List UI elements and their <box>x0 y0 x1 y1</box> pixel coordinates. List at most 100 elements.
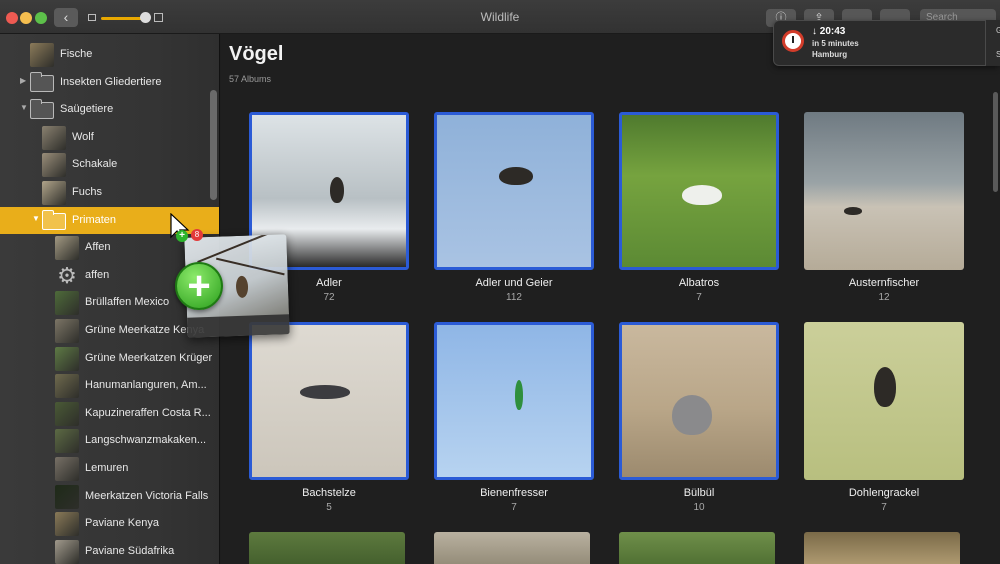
sidebar-item-label: affen <box>85 268 110 281</box>
sidebar-item-label: Grüne Meerkatzen Krüger <box>85 351 213 364</box>
sidebar-item[interactable]: Schakale <box>0 151 219 178</box>
sidebar-item-label: Lemuren <box>85 462 129 474</box>
page-title: Vögel <box>229 43 284 65</box>
sidebar-item-label: Primaten <box>72 213 117 226</box>
sidebar-item[interactable]: Grüne Meerkatzen Krüger <box>0 345 219 372</box>
fullscreen-window-button[interactable] <box>35 12 47 24</box>
disclosure-expanded-icon[interactable]: ▼ <box>32 214 42 223</box>
sidebar-item[interactable]: Langschwanzmakaken... <box>0 427 219 454</box>
sidebar-item-label: Langschwanzmakaken... <box>85 434 207 447</box>
album-thumbnail[interactable] <box>804 112 964 270</box>
album-tile-partial[interactable] <box>804 532 960 564</box>
album-thumbnail <box>55 401 79 426</box>
album-name: Dohlengrackel <box>848 487 920 499</box>
bird-figure <box>682 185 722 205</box>
album-count-label: 7 <box>881 502 887 513</box>
sidebar-item[interactable]: ▶ Insekten Gliedertiere <box>0 69 219 96</box>
album-thumbnail <box>42 153 66 178</box>
album-name: Albatros <box>678 277 720 289</box>
notification-subtitle: in 5 minutes <box>812 39 859 48</box>
bird-figure <box>330 177 344 203</box>
album-thumbnail <box>55 374 79 399</box>
album-thumbnail <box>55 319 79 343</box>
album-thumbnail <box>42 181 66 205</box>
sidebar-item-label: Meerkatzen Victoria Falls <box>85 489 209 502</box>
add-plus-icon: + <box>175 262 223 310</box>
main-scrollbar[interactable] <box>993 92 998 192</box>
sidebar-item-label: Insekten Gliedertiere <box>60 75 162 88</box>
reminder-notification[interactable]: ↓ 20:43 in 5 minutes Hamburg <box>773 20 1000 66</box>
album-thumbnail[interactable] <box>434 322 594 480</box>
album-thumbnail <box>42 125 66 150</box>
alarm-clock-icon <box>782 30 804 52</box>
album-tile-partial[interactable] <box>249 532 405 564</box>
album-name: Adler und Geier <box>475 277 553 289</box>
folder-icon <box>30 99 54 120</box>
sidebar-item-label: Fuchs <box>72 186 102 198</box>
folder-icon <box>42 209 66 230</box>
disclosure-expanded-icon[interactable]: ▼ <box>20 103 30 112</box>
album-count-label: 10 <box>693 502 705 513</box>
zoom-large-icon <box>154 13 163 22</box>
sidebar-item[interactable]: Kapuzineraffen Costa R... <box>0 400 219 427</box>
notification-location: Hamburg <box>812 50 848 59</box>
sidebar-item-label: Fische <box>60 48 93 60</box>
album-name: Bülbül <box>683 487 715 499</box>
copy-plus-icon: + <box>176 230 188 242</box>
album-count-label: 7 <box>511 502 517 513</box>
album-thumbnail[interactable] <box>619 322 779 480</box>
sidebar-item[interactable]: Fische <box>0 41 219 68</box>
album-count: 57 Albums <box>229 74 272 84</box>
sidebar-item[interactable]: Lemuren <box>0 455 219 482</box>
bird-figure <box>499 167 533 185</box>
sidebar-item[interactable]: Fuchs <box>0 179 219 206</box>
album-count-label: 7 <box>696 292 702 303</box>
bird-figure <box>300 385 350 399</box>
album-thumbnail[interactable] <box>249 322 409 480</box>
notification-side-panel[interactable]: G S <box>985 20 1000 66</box>
back-button[interactable]: ‹ <box>54 8 78 27</box>
sidebar-item-label: Paviane Kenya <box>85 517 159 530</box>
album-tile-partial[interactable] <box>619 532 775 564</box>
sidebar-item[interactable]: Meerkatzen Victoria Falls <box>0 483 219 510</box>
album-thumbnail <box>55 429 79 454</box>
album-thumbnail <box>55 236 79 261</box>
album-thumbnail <box>55 291 79 316</box>
sidebar-item-label: Affen <box>85 241 111 254</box>
album-tile-partial[interactable] <box>434 532 590 564</box>
album-count-label: 5 <box>326 502 332 513</box>
sidebar-item-label: Wolf <box>72 130 94 143</box>
sidebar-item-label: Saügetiere <box>60 103 114 116</box>
sidebar-item-label: Hanumanlanguren, Am... <box>85 379 207 392</box>
album-photo <box>252 325 406 477</box>
sidebar-item-label: Brüllaffen Mexico <box>85 296 170 309</box>
bird-figure <box>515 380 523 410</box>
drag-count-badge: 8 <box>191 229 203 241</box>
album-name: Bachstelze <box>302 487 356 499</box>
album-count-label: 12 <box>878 292 890 303</box>
album-name: Bienenfresser <box>480 487 548 499</box>
album-thumbnail[interactable] <box>619 112 779 270</box>
zoom-small-icon <box>88 14 96 21</box>
sidebar-item[interactable]: Paviane Kenya <box>0 510 219 537</box>
album-photo <box>437 115 591 267</box>
sidebar-item-label: Grüne Meerkatze Kenya <box>85 324 205 336</box>
sidebar-item[interactable]: ▼ Saügetiere <box>0 96 219 123</box>
album-thumbnail <box>55 512 79 537</box>
sidebar-item[interactable]: Grüne Meerkatze Kenya <box>0 317 219 344</box>
sidebar-item[interactable]: Wolf <box>0 124 219 151</box>
sidebar-item-label: Paviane Südafrika <box>85 544 175 557</box>
notification-time: ↓ 20:43 <box>812 26 846 37</box>
album-thumbnail[interactable] <box>804 322 964 480</box>
main-content: Vögel 57 Albums Adler 72 Adler und Geier 11… <box>221 34 1000 564</box>
notification-side-label-a: G <box>996 26 1000 35</box>
album-thumbnail <box>30 43 54 67</box>
minimize-window-button[interactable] <box>20 12 32 24</box>
close-window-button[interactable] <box>6 12 18 24</box>
album-thumbnail[interactable] <box>434 112 594 270</box>
zoom-slider-knob[interactable] <box>140 12 151 23</box>
sidebar-item[interactable]: Hanumanlanguren, Am... <box>0 372 219 399</box>
disclosure-collapsed-icon[interactable]: ▶ <box>20 76 30 85</box>
album-count-label: 112 <box>506 292 522 303</box>
sidebar-item[interactable]: Paviane Südafrika <box>0 538 219 564</box>
